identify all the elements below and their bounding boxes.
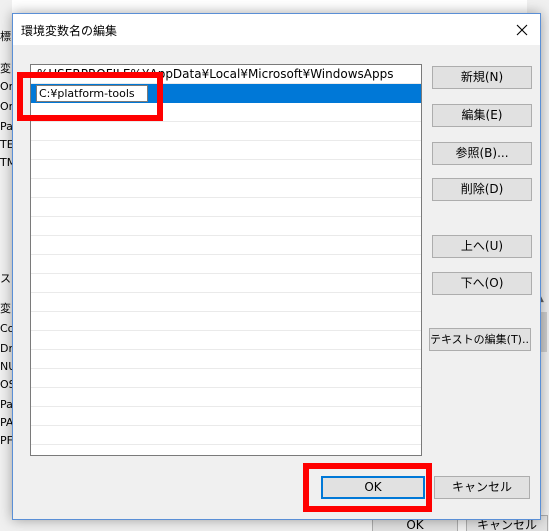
list-item[interactable]: %USERPROFILE%¥AppData¥Local¥Microsoft¥Wi… bbox=[31, 65, 421, 84]
bg-text: Pa bbox=[0, 120, 12, 133]
list-item[interactable] bbox=[31, 255, 421, 274]
edit-button[interactable]: 編集(E) bbox=[432, 104, 532, 127]
list-item[interactable] bbox=[31, 122, 421, 141]
list-item[interactable] bbox=[31, 293, 421, 312]
list-item[interactable] bbox=[31, 141, 421, 160]
move-up-button[interactable]: 上へ(U) bbox=[432, 235, 532, 258]
dialog-title: 環境変数名の編集 bbox=[21, 24, 118, 38]
background-left-strip: 標 変 On On Pa TE TM ス 変 Co Dr NU OS Pa PA… bbox=[0, 0, 12, 531]
list-item[interactable] bbox=[31, 388, 421, 407]
list-item[interactable] bbox=[31, 179, 421, 198]
path-edit-input[interactable] bbox=[36, 85, 148, 102]
list-item[interactable] bbox=[31, 103, 421, 122]
list-item[interactable] bbox=[31, 274, 421, 293]
move-down-button[interactable]: 下へ(O) bbox=[432, 272, 532, 295]
browse-button[interactable]: 参照(B)... bbox=[432, 142, 532, 165]
bg-text: 変 bbox=[0, 302, 11, 315]
list-item[interactable] bbox=[31, 369, 421, 388]
close-icon bbox=[516, 24, 528, 35]
bg-text: Co bbox=[0, 322, 12, 335]
list-item[interactable] bbox=[31, 426, 421, 445]
list-item[interactable] bbox=[31, 217, 421, 236]
path-entries-list[interactable]: %USERPROFILE%¥AppData¥Local¥Microsoft¥Wi… bbox=[30, 64, 422, 456]
list-item-text: %USERPROFILE%¥AppData¥Local¥Microsoft¥Wi… bbox=[37, 67, 394, 81]
list-item-selected[interactable] bbox=[31, 84, 421, 103]
edit-text-button[interactable]: テキストの編集(T)... bbox=[429, 328, 531, 351]
list-item[interactable] bbox=[31, 331, 421, 350]
bg-text: TM bbox=[0, 156, 12, 169]
bg-text: 変 bbox=[0, 62, 11, 75]
list-item[interactable] bbox=[31, 160, 421, 179]
bg-text: OS bbox=[0, 378, 12, 391]
dialog-titlebar[interactable]: 環境変数名の編集 bbox=[13, 14, 540, 45]
bg-text: ス bbox=[0, 272, 11, 285]
bg-text: On bbox=[0, 80, 12, 93]
bg-text: Dr bbox=[0, 342, 12, 355]
new-button[interactable]: 新規(N) bbox=[432, 66, 532, 89]
bg-text: Pa bbox=[0, 398, 12, 411]
cancel-button[interactable]: キャンセル bbox=[434, 476, 530, 499]
edit-environment-variable-dialog: 環境変数名の編集 %USERPROFILE%¥AppData¥Local¥Mic… bbox=[12, 13, 541, 520]
bg-text: 標 bbox=[0, 30, 11, 43]
bg-text: TE bbox=[0, 138, 12, 151]
list-item[interactable] bbox=[31, 312, 421, 331]
bg-text: On bbox=[0, 100, 12, 113]
bg-text: NU bbox=[0, 360, 12, 373]
ok-button[interactable]: OK bbox=[321, 476, 425, 499]
bg-text: PF bbox=[0, 434, 12, 447]
bg-text: PA bbox=[0, 416, 12, 429]
list-item[interactable] bbox=[31, 236, 421, 255]
list-item[interactable] bbox=[31, 198, 421, 217]
list-item[interactable] bbox=[31, 407, 421, 426]
close-button[interactable] bbox=[504, 14, 540, 45]
list-item[interactable] bbox=[31, 350, 421, 369]
delete-button[interactable]: 削除(D) bbox=[432, 178, 532, 201]
